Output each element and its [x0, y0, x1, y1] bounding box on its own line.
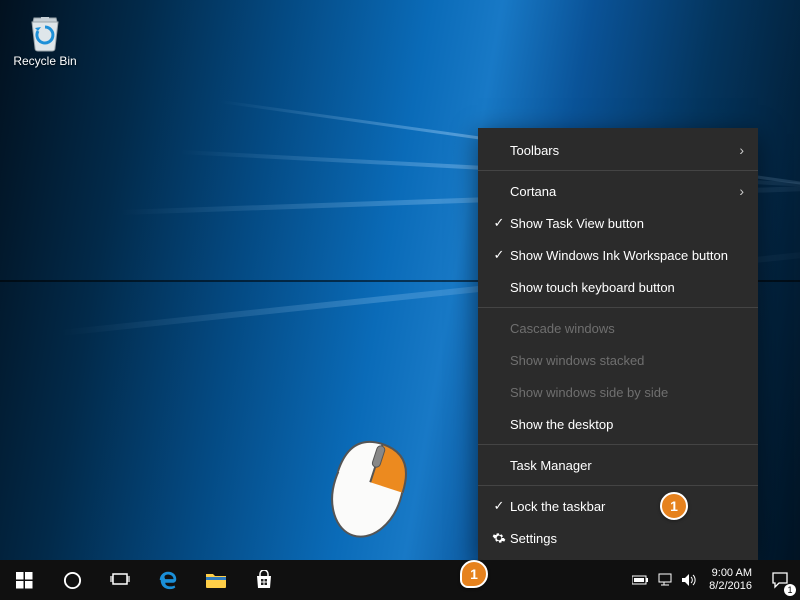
- menu-separator: [478, 444, 758, 445]
- check-icon: ✓: [488, 498, 510, 514]
- menu-separator: [478, 307, 758, 308]
- menu-label: Settings: [510, 531, 744, 546]
- gear-icon: [488, 531, 510, 545]
- action-center-button[interactable]: 1: [760, 560, 800, 600]
- annotation-badge: 1: [660, 492, 688, 520]
- menu-item-show-task-view[interactable]: ✓ Show Task View button: [478, 207, 758, 239]
- menu-item-show-desktop[interactable]: Show the desktop: [478, 408, 758, 440]
- menu-label: Show Windows Ink Workspace button: [510, 248, 744, 263]
- menu-label: Show Task View button: [510, 216, 744, 231]
- menu-label: Toolbars: [510, 143, 739, 158]
- menu-label: Show windows stacked: [510, 353, 744, 368]
- menu-item-windows-stacked: Show windows stacked: [478, 344, 758, 376]
- menu-separator: [478, 485, 758, 486]
- store-button[interactable]: [240, 560, 288, 600]
- menu-label: Show touch keyboard button: [510, 280, 744, 295]
- menu-label: Cortana: [510, 184, 739, 199]
- annotation-badge: 1: [460, 560, 488, 588]
- menu-item-windows-side-by-side: Show windows side by side: [478, 376, 758, 408]
- menu-item-cascade-windows: Cascade windows: [478, 312, 758, 344]
- clock-time: 9:00 AM: [709, 567, 752, 580]
- task-view-button[interactable]: [96, 560, 144, 600]
- windows-logo-icon: [16, 572, 33, 589]
- recycle-bin-label: Recycle Bin: [8, 54, 82, 68]
- clock-date: 8/2/2016: [709, 580, 752, 593]
- menu-label: Cascade windows: [510, 321, 744, 336]
- mouse-graphic: [315, 423, 423, 550]
- file-explorer-button[interactable]: [192, 560, 240, 600]
- cortana-circle-icon: [63, 571, 82, 590]
- edge-icon: [157, 569, 179, 591]
- start-button[interactable]: [0, 560, 48, 600]
- menu-item-show-ink[interactable]: ✓ Show Windows Ink Workspace button: [478, 239, 758, 271]
- menu-separator: [478, 170, 758, 171]
- menu-item-task-manager[interactable]: Task Manager: [478, 449, 758, 481]
- recycle-bin-icon[interactable]: Recycle Bin: [8, 6, 82, 68]
- tray-battery-icon[interactable]: [629, 560, 653, 600]
- system-tray: 9:00 AM 8/2/2016 1: [629, 560, 800, 600]
- menu-item-show-touch-keyboard[interactable]: Show touch keyboard button: [478, 271, 758, 303]
- menu-item-toolbars[interactable]: Toolbars ›: [478, 134, 758, 166]
- folder-icon: [205, 571, 227, 589]
- check-icon: ✓: [488, 247, 510, 263]
- recycle-bin-glyph: [24, 10, 66, 52]
- task-view-icon: [110, 572, 130, 588]
- menu-label: Show the desktop: [510, 417, 744, 432]
- taskbar-clock[interactable]: 9:00 AM 8/2/2016: [701, 567, 760, 593]
- tray-network-icon[interactable]: [653, 560, 677, 600]
- store-icon: [254, 570, 274, 590]
- taskbar[interactable]: 9:00 AM 8/2/2016 1: [0, 560, 800, 600]
- chevron-right-icon: ›: [739, 142, 744, 158]
- edge-button[interactable]: [144, 560, 192, 600]
- menu-label: Task Manager: [510, 458, 744, 473]
- menu-label: Show windows side by side: [510, 385, 744, 400]
- notification-count-badge: 1: [784, 584, 796, 596]
- check-icon: ✓: [488, 215, 510, 231]
- taskbar-context-menu: Toolbars › Cortana › ✓ Show Task View bu…: [478, 128, 758, 560]
- menu-label: Lock the taskbar: [510, 499, 744, 514]
- chevron-right-icon: ›: [739, 183, 744, 199]
- tray-volume-icon[interactable]: [677, 560, 701, 600]
- menu-item-lock-taskbar[interactable]: ✓ Lock the taskbar 1: [478, 490, 758, 522]
- cortana-button[interactable]: [48, 560, 96, 600]
- menu-item-cortana[interactable]: Cortana ›: [478, 175, 758, 207]
- menu-item-settings[interactable]: Settings: [478, 522, 758, 554]
